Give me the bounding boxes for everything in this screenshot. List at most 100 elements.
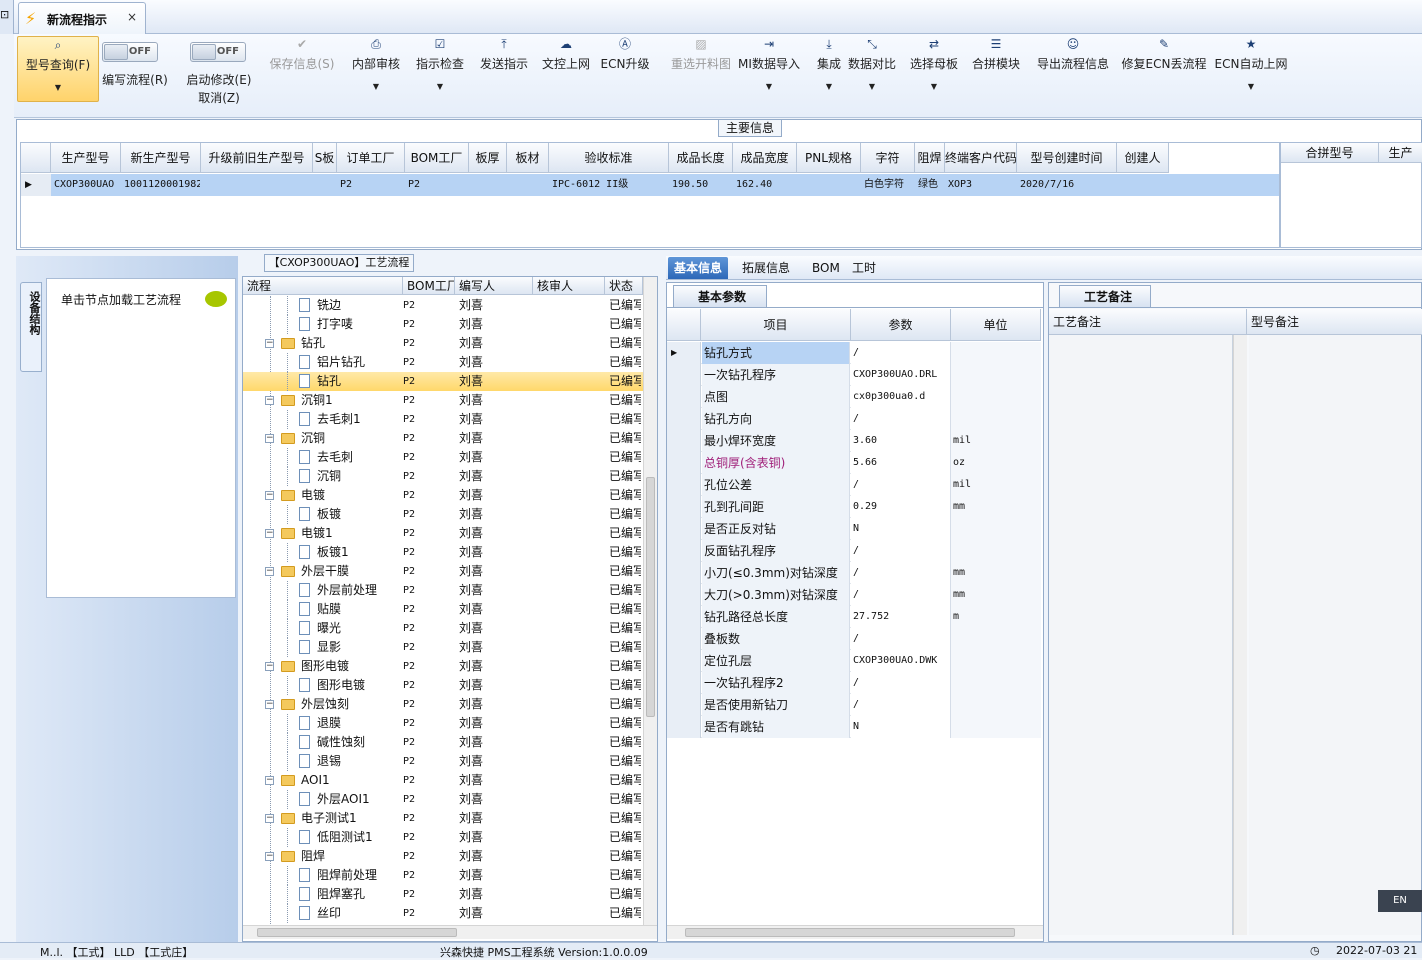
params-hscroll[interactable] (667, 925, 1043, 939)
tree-row[interactable]: − 钻孔 P2 刘喜 已编写 (243, 334, 643, 353)
collapse-icon[interactable]: − (265, 700, 274, 709)
param-value[interactable]: 5.66 (851, 452, 951, 474)
main-col-header-2[interactable]: 升级前旧生产型号 (201, 143, 313, 173)
collapse-icon[interactable]: − (265, 852, 274, 861)
param-row[interactable]: 孔位公差 / mil (667, 474, 1041, 496)
tree-row[interactable]: 去毛刺 P2 刘喜 已编写 (243, 448, 643, 467)
params-col-header-0[interactable]: 项目 (701, 309, 851, 341)
toolbar-button-8[interactable]: ⤓ 集成 ▼ (814, 36, 844, 106)
param-row[interactable]: 最小焊环宽度 3.60 mil (667, 430, 1041, 452)
toolbar-button-0[interactable]: ✔ 保存信息(S) (266, 36, 338, 106)
param-value[interactable]: CXOP300UAO.DWK (851, 650, 951, 672)
param-value[interactable]: cx0p300ua0.d (851, 386, 951, 408)
collapse-icon[interactable]: − (265, 662, 274, 671)
tree-col-header-4[interactable]: 状态 (605, 277, 643, 295)
tree-row[interactable]: 铝片钻孔 P2 刘喜 已编写 (243, 353, 643, 372)
tree-row[interactable]: 低阻测试1 P2 刘喜 已编写 (243, 828, 643, 847)
collapse-icon[interactable]: − (265, 529, 274, 538)
tree-hscroll[interactable] (243, 925, 657, 939)
main-col-header-12[interactable]: 字符 (861, 143, 915, 173)
main-col-header-5[interactable]: BOM工厂 (405, 143, 469, 173)
param-row[interactable]: 是否使用新钻刀 / (667, 694, 1041, 716)
tree-row[interactable]: 外层前处理 P2 刘喜 已编写 (243, 581, 643, 600)
tree-row[interactable]: 沉铜 P2 刘喜 已编写 (243, 467, 643, 486)
toolbar-button-2[interactable]: ☑ 指示检查 ▼ (410, 36, 470, 106)
param-row[interactable]: 钻孔路径总长度 27.752 m (667, 606, 1041, 628)
tree-row[interactable]: − 外层蚀刻 P2 刘喜 已编写 (243, 695, 643, 714)
notes-vscroll[interactable] (1233, 335, 1247, 935)
tree-row[interactable]: 贴膜 P2 刘喜 已编写 (243, 600, 643, 619)
tab-detail-2[interactable]: BOM (806, 257, 846, 279)
edit-toggle[interactable]: OFF (190, 42, 246, 62)
param-value[interactable]: / (851, 474, 951, 496)
params-col-header-2[interactable]: 单位 (951, 309, 1041, 341)
tree-row[interactable]: 钻孔 P2 刘喜 已编写 (243, 372, 643, 391)
tree-row[interactable]: 退膜 P2 刘喜 已编写 (243, 714, 643, 733)
toolbar-button-13[interactable]: ✎ 修复ECN丢流程 (1120, 36, 1208, 106)
collapse-icon[interactable]: − (265, 396, 274, 405)
equipment-structure-tab[interactable]: 设备结构 (20, 282, 42, 372)
collapse-icon[interactable]: − (265, 567, 274, 576)
tab-new-process[interactable]: ⚡ 新流程指示 × (18, 2, 146, 34)
tree-row[interactable]: − 外层干膜 P2 刘喜 已编写 (243, 562, 643, 581)
tree-row[interactable]: 铣边 P2 刘喜 已编写 (243, 296, 643, 315)
main-col-header-16[interactable]: 创建人 (1117, 143, 1169, 173)
tree-row[interactable]: 退锡 P2 刘喜 已编写 (243, 752, 643, 771)
toolbar-button-3[interactable]: ⤒ 发送指示 (474, 36, 534, 106)
param-value[interactable]: 3.60 (851, 430, 951, 452)
tree-row[interactable]: − 图形电镀 P2 刘喜 已编写 (243, 657, 643, 676)
param-row[interactable]: 大刀(>0.3mm)对钻深度 / mm (667, 584, 1041, 606)
param-value[interactable]: / (851, 672, 951, 694)
param-row[interactable]: ▶ 钻孔方式 / (667, 342, 1041, 364)
tree-vscroll[interactable] (643, 277, 657, 925)
tree-row[interactable]: 丝印 P2 刘喜 已编写 (243, 904, 643, 923)
tab-detail-3[interactable]: 工时 (846, 257, 882, 279)
param-value[interactable]: CXOP300UAO.DRL (851, 364, 951, 386)
tree-row[interactable]: − 沉铜 P2 刘喜 已编写 (243, 429, 643, 448)
toolbar-button-9[interactable]: ⤡ 数据对比 ▼ (846, 36, 898, 106)
tree-row[interactable]: 图形电镀 P2 刘喜 已编写 (243, 676, 643, 695)
model-query-button[interactable]: ⌕ 型号查询(F) ▼ (17, 36, 99, 102)
param-row[interactable]: 一次钻孔程序2/ (667, 672, 1041, 694)
collapse-icon[interactable]: − (265, 434, 274, 443)
tab-detail-1[interactable]: 拓展信息 (736, 257, 796, 279)
param-row[interactable]: 点图 cx0p300ua0.d (667, 386, 1041, 408)
main-col-header-0[interactable]: 生产型号 (51, 143, 121, 173)
param-row[interactable]: 钻孔方向 / (667, 408, 1041, 430)
main-col-header-11[interactable]: PNL规格 (797, 143, 861, 173)
toolbar-button-7[interactable]: ⇥ MI数据导入 ▼ (728, 36, 810, 106)
param-row[interactable]: 是否正反对钻 N (667, 518, 1041, 540)
tree-row[interactable]: 板镀1 P2 刘喜 已编写 (243, 543, 643, 562)
main-col-header-1[interactable]: 新生产型号 (121, 143, 201, 173)
param-row[interactable]: 小刀(≤0.3mm)对钻深度 / mm (667, 562, 1041, 584)
tree-row[interactable]: 阻焊前处理 P2 刘喜 已编写 (243, 866, 643, 885)
param-row[interactable]: 反面钻孔程序 / (667, 540, 1041, 562)
toolbar-button-5[interactable]: Ⓐ ECN升级 (600, 36, 650, 106)
toolbar-button-14[interactable]: ★ ECN自动上网 ▼ (1214, 36, 1288, 106)
merge-col-header-1[interactable]: 生产 (1379, 143, 1422, 163)
param-value[interactable]: / (851, 628, 951, 650)
param-row[interactable]: 孔到孔间距 0.29 mm (667, 496, 1041, 518)
toolbar-button-10[interactable]: ⇄ 选择母板 ▼ (908, 36, 960, 106)
close-icon[interactable]: × (127, 10, 137, 24)
param-value[interactable]: / (851, 584, 951, 606)
tree-col-header-2[interactable]: 编写人 (455, 277, 533, 295)
tree-col-header-3[interactable]: 核审人 (533, 277, 605, 295)
process-note-field[interactable] (1049, 335, 1233, 935)
param-value[interactable]: / (851, 694, 951, 716)
param-value[interactable]: 27.752 (851, 606, 951, 628)
toolbar-button-11[interactable]: ☰ 合拼模块 (970, 36, 1022, 106)
collapse-icon[interactable]: − (265, 339, 274, 348)
tree-row[interactable]: 显影 P2 刘喜 已编写 (243, 638, 643, 657)
tree-row[interactable]: 碱性蚀刻 P2 刘喜 已编写 (243, 733, 643, 752)
param-value[interactable]: 0.29 (851, 496, 951, 518)
tree-row[interactable]: − 电镀 P2 刘喜 已编写 (243, 486, 643, 505)
tree-row[interactable]: 板镀 P2 刘喜 已编写 (243, 505, 643, 524)
param-value[interactable]: / (851, 342, 951, 364)
tree-row[interactable]: 去毛刺1 P2 刘喜 已编写 (243, 410, 643, 429)
main-col-header-6[interactable]: 板厚 (469, 143, 507, 173)
tree-row[interactable]: 曝光 P2 刘喜 已编写 (243, 619, 643, 638)
toolbar-button-4[interactable]: ☁ 文控上网 (536, 36, 596, 106)
main-col-header-3[interactable]: S板 (313, 143, 337, 173)
collapse-icon[interactable]: − (265, 814, 274, 823)
